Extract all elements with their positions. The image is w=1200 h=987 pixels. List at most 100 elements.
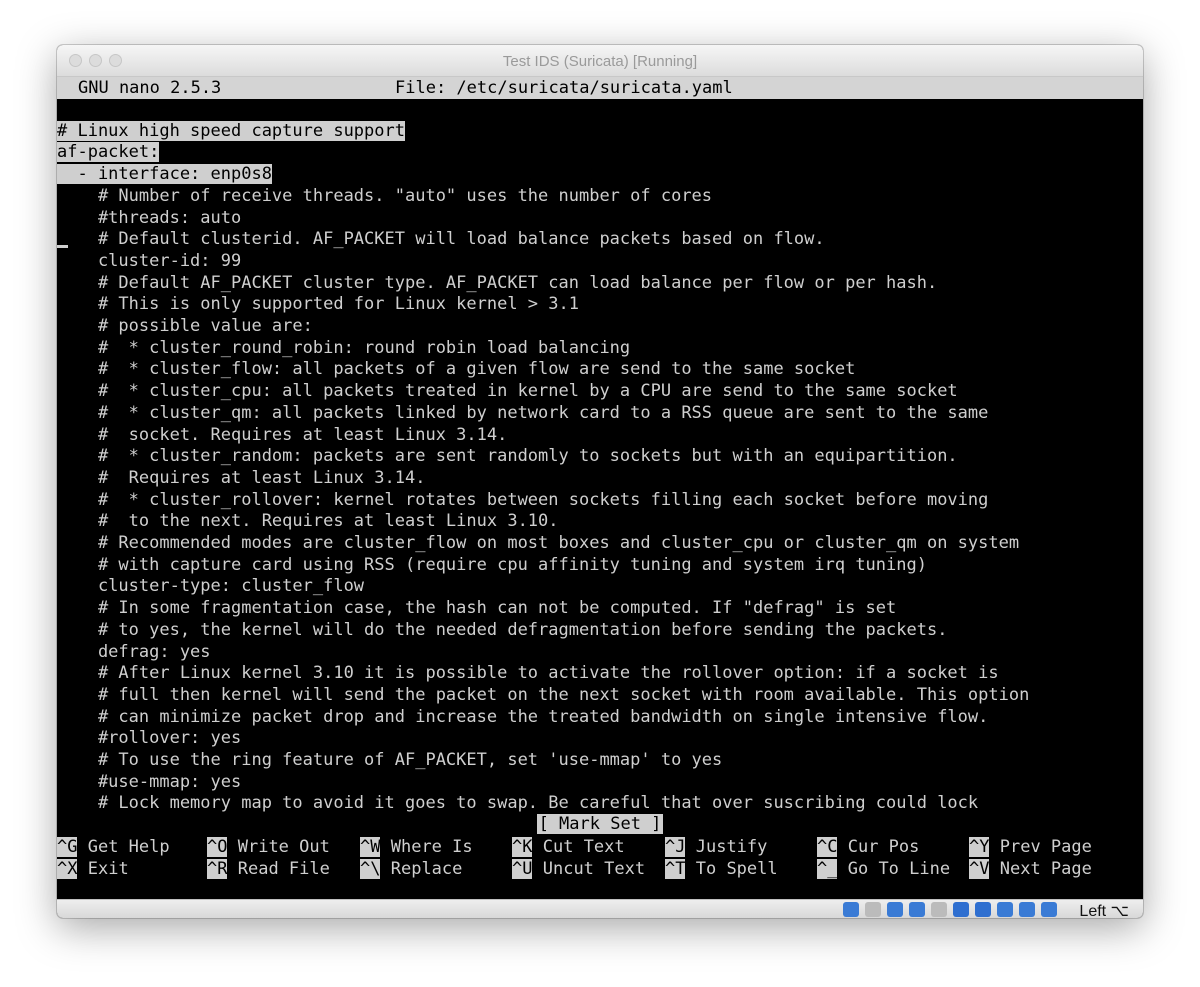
shortcut-key: ^J xyxy=(665,837,686,857)
nano-version: GNU nano 2.5.3 xyxy=(78,78,222,98)
virtualbox-window: Test IDS (Suricata) [Running] GNU nano 2… xyxy=(57,45,1143,918)
editor-line: # Default AF_PACKET cluster type. AF_PAC… xyxy=(57,272,938,293)
shortcut-key: ^X xyxy=(57,859,78,879)
selected-text: # Linux high speed capture support xyxy=(57,120,405,141)
terminal-screen[interactable]: GNU nano 2.5.3 File: /etc/suricata/suric… xyxy=(57,77,1143,899)
vm-status-bar: Left ⌥ xyxy=(57,899,1143,918)
shortcut-key: ^\ xyxy=(360,859,381,879)
shortcut-item[interactable]: ^K Cut Text xyxy=(512,836,625,858)
editor-line: # with capture card using RSS (require c… xyxy=(57,554,927,575)
editor-line: af-packet: xyxy=(57,142,160,163)
editor-line: # To use the ring feature of AF_PACKET, … xyxy=(57,750,723,770)
editor-line: # possible value are: xyxy=(57,316,313,336)
hard-disk-icon[interactable] xyxy=(843,902,859,917)
vm-device-icons xyxy=(843,902,1057,917)
editor-line: - interface: enp0s8 xyxy=(57,164,272,185)
recording-icon[interactable] xyxy=(997,902,1013,917)
shortcut-label: Justify xyxy=(695,837,768,857)
selected-text: af-packet: xyxy=(57,142,160,163)
mouse-integration-icon[interactable] xyxy=(1041,902,1057,917)
shortcut-label: Write Out xyxy=(237,837,330,857)
shortcut-key: ^O xyxy=(207,837,228,857)
editor-line: # full then kernel will send the packet … xyxy=(57,684,1030,705)
editor-line: # to the next. Requires at least Linux 3… xyxy=(57,511,559,532)
editor-line: # Recommended modes are cluster_flow on … xyxy=(57,533,1020,553)
editor-line: # * cluster_random: packets are sent ran… xyxy=(57,446,958,467)
shortcut-item[interactable]: ^W Where Is xyxy=(360,836,473,858)
editor-line: defrag: yes xyxy=(57,641,211,662)
nano-file-label: File: /etc/suricata/suricata.yaml xyxy=(395,78,733,98)
shortcut-label: Next Page xyxy=(999,859,1092,879)
shortcut-item[interactable]: ^X Exit xyxy=(57,858,129,880)
editor-line: # This is only supported for Linux kerne… xyxy=(57,294,579,315)
shortcut-label: Where Is xyxy=(390,837,473,857)
network-icon[interactable] xyxy=(975,902,991,917)
window-title: Test IDS (Suricata) [Running] xyxy=(502,53,698,70)
shortcut-label: Uncut Text xyxy=(542,859,646,879)
shortcut-key: ^V xyxy=(969,859,990,879)
editor-line: # Linux high speed capture support xyxy=(57,120,405,142)
shortcut-key: ^Y xyxy=(969,837,990,857)
shortcut-item[interactable]: ^V Next Page xyxy=(969,858,1092,880)
shortcut-item[interactable]: ^C Cur Pos xyxy=(817,836,919,858)
selected-text: - interface: enp0s8 xyxy=(57,164,272,185)
shortcut-item[interactable]: ^\ Replace xyxy=(360,858,462,880)
text-cursor xyxy=(57,245,68,248)
editor-line: # * cluster_rollover: kernel rotates bet… xyxy=(57,489,989,510)
shortcut-key: ^C xyxy=(817,837,838,857)
shortcut-item[interactable]: ^U Uncut Text xyxy=(512,858,645,880)
shortcut-label: Exit xyxy=(87,859,129,879)
status-message: [ Mark Set ] xyxy=(536,814,664,834)
editor-line: # can minimize packet drop and increase … xyxy=(57,706,989,727)
cpu-icon[interactable] xyxy=(1019,902,1035,917)
editor-line: #threads: auto xyxy=(57,207,242,228)
shortcut-item[interactable]: ^R Read File xyxy=(207,858,330,880)
shortcut-label: Get Help xyxy=(87,837,170,857)
shared-folder-icon[interactable] xyxy=(931,902,947,917)
editor-line: # * cluster_cpu: all packets treated in … xyxy=(57,381,958,402)
audio-icon[interactable] xyxy=(887,902,903,917)
editor-line: # socket. Requires at least Linux 3.14. xyxy=(57,424,508,445)
shortcut-item[interactable]: ^Y Prev Page xyxy=(969,836,1092,858)
shortcut-key: ^_ xyxy=(817,859,838,879)
shortcut-label: Cut Text xyxy=(542,837,625,857)
shortcut-item[interactable]: ^T To Spell xyxy=(665,858,778,880)
editor-line: # After Linux kernel 3.10 it is possible… xyxy=(57,663,999,684)
editor-line: #use-mmap: yes xyxy=(57,771,242,792)
shortcut-label: Cur Pos xyxy=(847,837,920,857)
shortcut-key: ^K xyxy=(512,837,533,857)
editor-line: # Lock memory map to avoid it goes to sw… xyxy=(57,793,979,814)
editor-line: #rollover: yes xyxy=(57,728,242,749)
editor-line: # Default clusterid. AF_PACKET will load… xyxy=(57,229,825,250)
editor-line: # * cluster_qm: all packets linked by ne… xyxy=(57,402,989,423)
shortcut-key: ^T xyxy=(665,859,686,879)
shortcut-key: ^R xyxy=(207,859,228,879)
editor-line: cluster-id: 99 xyxy=(57,250,242,271)
shortcut-key: ^G xyxy=(57,837,78,857)
editor-line: # Requires at least Linux 3.14. xyxy=(57,467,426,488)
shortcut-item[interactable]: ^_ Go To Line xyxy=(817,858,950,880)
shortcut-label: Go To Line xyxy=(847,859,951,879)
editor-line: cluster-type: cluster_flow xyxy=(57,576,365,597)
shortcut-label: Prev Page xyxy=(999,837,1092,857)
display-icon[interactable] xyxy=(953,902,969,917)
shortcut-item[interactable]: ^O Write Out xyxy=(207,836,330,858)
shortcut-item[interactable]: ^G Get Help xyxy=(57,836,170,858)
window-titlebar[interactable]: Test IDS (Suricata) [Running] xyxy=(57,45,1143,77)
editor-line: # * cluster_round_robin: round robin loa… xyxy=(57,337,631,358)
shortcut-key: ^U xyxy=(512,859,533,879)
editor-line: # * cluster_flow: all packets of a given… xyxy=(57,359,856,380)
status-bar: [ Mark Set ] xyxy=(57,814,1143,834)
editor-line: # In some fragmentation case, the hash c… xyxy=(57,598,897,619)
editor-line: # Number of receive threads. "auto" uses… xyxy=(57,185,713,206)
shortcut-label: Read File xyxy=(237,859,330,879)
editor-line: # to yes, the kernel will do the needed … xyxy=(57,619,948,640)
shortcut-item[interactable]: ^J Justify xyxy=(665,836,767,858)
usb-icon[interactable] xyxy=(909,902,925,917)
nano-header: GNU nano 2.5.3 File: /etc/suricata/suric… xyxy=(57,77,1143,99)
shortcut-label: To Spell xyxy=(695,859,778,879)
host-key-indicator[interactable]: Left ⌥ xyxy=(1079,901,1129,918)
optical-drive-icon[interactable] xyxy=(865,902,881,917)
shortcut-key: ^W xyxy=(360,837,381,857)
shortcut-label: Replace xyxy=(390,859,463,879)
